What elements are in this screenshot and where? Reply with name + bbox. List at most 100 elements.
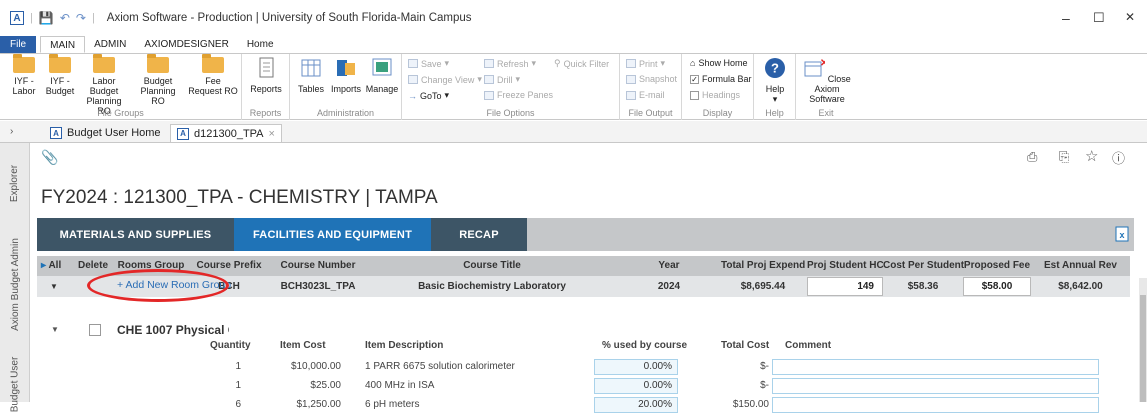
help-icon: ? <box>765 58 785 78</box>
folder-icon <box>13 54 35 73</box>
file-output-group: Print ▾ Snapshot E-mail File Output <box>620 54 682 120</box>
comment-input[interactable] <box>772 378 1099 394</box>
save-icon[interactable]: 💾 <box>39 11 54 25</box>
ribbon-tab-bar: File MAIN ADMIN AXIOMDESIGNER Home <box>0 36 1147 53</box>
tab-axiomdesigner[interactable]: AXIOMDESIGNER <box>135 36 237 53</box>
close-axiom-button[interactable]: ✕ Close Axiom Software <box>800 57 854 104</box>
annotation-circle <box>87 269 229 302</box>
show-home-button[interactable]: ⌂ Show Home <box>690 58 747 68</box>
manage-icon <box>372 58 392 76</box>
close-tab-icon[interactable]: × <box>269 128 275 140</box>
file-options-group: Save ▾ Change View ▾ → GoTo ▾ Refresh ▾ D… <box>402 54 620 120</box>
folder-icon <box>93 54 115 73</box>
doc-tab-budget-user-home[interactable]: A Budget User Home <box>44 124 167 142</box>
sidebar: Explorer Axiom Budget Admin Budget User <box>0 143 30 412</box>
header-est-annual-rev: Est Annual Rev <box>1044 260 1117 271</box>
pct-used-input[interactable]: 0.00% <box>594 359 678 375</box>
sidebar-tab-budget-admin[interactable]: Axiom Budget Admin <box>0 229 30 339</box>
collapse-icon[interactable]: ▼ <box>51 325 59 334</box>
refresh-menu[interactable]: Refresh ▾ <box>484 58 536 69</box>
freeze-panes-button[interactable]: Freeze Panes <box>484 90 553 100</box>
imports-button[interactable]: Imports <box>328 57 364 94</box>
tab-main[interactable]: MAIN <box>40 36 86 53</box>
tab-facilities-equipment[interactable]: FACILITIES AND EQUIPMENT <box>234 218 431 251</box>
section-tab-bar: MATERIALS AND SUPPLIES FACILITIES AND EQ… <box>37 218 1134 251</box>
email-button[interactable]: E-mail <box>626 90 665 100</box>
main-content: 📎 ⎙ ⎘ ☆ ⓘ FY2024 : 121300_TPA - CHEMISTR… <box>31 143 1147 413</box>
save-file-icon[interactable]: ⎙ <box>1027 149 1037 165</box>
sidebar-tab-budget-user[interactable]: Budget User <box>0 349 30 419</box>
folder-icon <box>147 54 169 73</box>
header-course-title: Course Title <box>463 260 521 271</box>
undo-icon[interactable]: ↶ <box>60 11 70 25</box>
document-toolbar: 📎 ⎙ ⎘ ☆ ⓘ <box>31 143 1147 171</box>
save-menu[interactable]: Save ▾ <box>408 58 449 69</box>
iyf-labor-button[interactable]: IYF - Labor <box>4 54 44 96</box>
help-circle-icon[interactable]: ⓘ <box>1112 148 1125 167</box>
header-item-description: Item Description <box>365 340 444 351</box>
change-view-menu[interactable]: Change View ▾ <box>408 74 482 85</box>
drill-menu[interactable]: Drill ▾ <box>484 74 520 85</box>
snapshot-button[interactable]: Snapshot <box>626 74 677 84</box>
help-button[interactable]: ? Help ▾ <box>758 57 792 104</box>
goto-menu[interactable]: → GoTo ▾ <box>408 90 449 101</box>
chevron-right-icon[interactable]: › <box>10 126 13 137</box>
email-icon <box>626 90 636 100</box>
pct-used-input[interactable]: 0.00% <box>594 378 678 394</box>
header-proposed-fee: Proposed Fee <box>963 260 1031 271</box>
quick-filter-button[interactable]: ⚲ Quick Filter <box>554 58 609 69</box>
proposed-fee-input[interactable]: $58.00 <box>963 277 1031 296</box>
tab-file[interactable]: File <box>0 36 37 53</box>
header-year: Year <box>658 260 680 271</box>
scrollbar-thumb[interactable] <box>1140 295 1146 402</box>
exit-group: ✕ Close Axiom Software Exit <box>796 54 856 120</box>
document-tab-bar: › A Budget User Home A d121300_TPA × <box>0 121 1147 143</box>
headings-checkbox[interactable]: Headings <box>690 90 740 100</box>
tab-home[interactable]: Home <box>238 36 283 53</box>
sidebar-tab-explorer[interactable]: Explorer <box>0 153 30 213</box>
excel-export-icon[interactable]: x <box>1115 226 1129 242</box>
arrow-right-icon: → <box>408 90 417 101</box>
pct-used-input[interactable]: 20.00% <box>594 397 678 413</box>
filter-icon: ⚲ <box>554 58 561 68</box>
redo-icon[interactable]: ↷ <box>76 11 86 25</box>
view-icon <box>408 75 418 84</box>
tables-button[interactable]: Tables <box>296 57 326 94</box>
room-group-checkbox[interactable] <box>89 324 101 336</box>
close-button[interactable]: ✕ <box>1125 10 1135 24</box>
formula-bar-checkbox[interactable]: ✓ Formula Bar <box>690 74 752 84</box>
tab-recap[interactable]: RECAP <box>431 218 527 251</box>
report-icon <box>259 57 274 78</box>
reports-button[interactable]: Reports <box>247 57 285 94</box>
budget-planning-button[interactable]: Budget Planning RO <box>134 54 182 106</box>
iyf-budget-button[interactable]: IYF - Budget <box>40 54 80 96</box>
header-pct-used: % used by course <box>602 340 688 351</box>
collapse-icon[interactable]: ▼ <box>47 276 61 297</box>
tab-admin[interactable]: ADMIN <box>85 36 135 53</box>
drill-icon <box>484 75 494 84</box>
comment-input[interactable] <box>772 359 1099 375</box>
header-comment: Comment <box>785 340 832 351</box>
maximize-button[interactable]: ☐ <box>1093 10 1105 26</box>
header-total-proj-expend: Total Proj Expend <box>721 260 806 271</box>
attachment-icon[interactable]: 📎 <box>41 149 58 166</box>
axiom-logo-icon: A <box>10 11 24 25</box>
export-icon[interactable]: ⎘ <box>1059 149 1069 165</box>
comment-input[interactable] <box>772 397 1099 413</box>
favorite-star-icon[interactable]: ☆ <box>1085 147 1098 165</box>
svg-text:x: x <box>1119 230 1124 240</box>
display-group: ⌂ Show Home ✓ Formula Bar Headings Display <box>682 54 754 120</box>
proj-student-hc-input[interactable]: 149 <box>807 277 883 296</box>
axiom-logo-icon: A <box>50 127 62 139</box>
snapshot-icon <box>626 74 636 84</box>
doc-tab-d121300-tpa[interactable]: A d121300_TPA × <box>170 124 282 142</box>
fee-request-button[interactable]: Fee Request RO <box>188 54 238 96</box>
minimize-button[interactable]: – <box>1062 10 1070 26</box>
close-app-icon: ✕ <box>804 58 829 77</box>
tab-materials-supplies[interactable]: MATERIALS AND SUPPLIES <box>37 218 234 251</box>
freeze-icon <box>484 90 494 100</box>
manage-button[interactable]: Manage <box>364 57 400 94</box>
print-menu[interactable]: Print ▾ <box>626 58 665 69</box>
header-all[interactable]: ▸ All <box>41 256 71 276</box>
home-icon: ⌂ <box>690 58 696 68</box>
